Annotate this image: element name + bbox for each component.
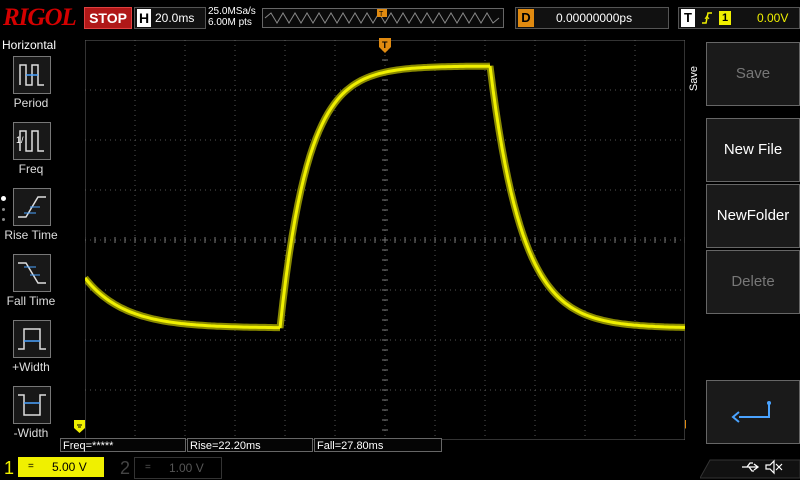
save-button[interactable]: Save bbox=[706, 42, 800, 106]
measure-positive-width-item[interactable]: +Width bbox=[5, 320, 61, 382]
measure-period-item[interactable]: Period bbox=[5, 56, 61, 118]
freq-label: Freq bbox=[18, 162, 44, 176]
menu-side-label: Save bbox=[688, 66, 700, 92]
measurement-fall-time[interactable]: Fall=27.80ms bbox=[314, 438, 442, 452]
overview-waveform: T bbox=[264, 9, 500, 24]
waveform-display[interactable] bbox=[82, 39, 686, 441]
rise-time-icon bbox=[13, 188, 51, 226]
measure-negative-width-item[interactable]: -Width bbox=[5, 386, 61, 448]
ch1-offset-marker[interactable] bbox=[74, 420, 86, 434]
horizontal-timebase-box[interactable]: H 20.0ms bbox=[134, 7, 206, 29]
fall-time-label: Fall Time bbox=[6, 294, 56, 308]
measure-rise-time-item[interactable]: Rise Time bbox=[4, 188, 61, 250]
timebase-value: 20.0ms bbox=[155, 11, 195, 25]
delete-button[interactable]: Delete bbox=[706, 250, 800, 314]
ch2-scale-box[interactable]: = 1.00 V bbox=[134, 457, 222, 479]
sample-rate: 25.0MSa/s bbox=[208, 6, 256, 17]
measurement-freq[interactable]: Freq=***** bbox=[60, 438, 186, 452]
positive-width-icon bbox=[13, 320, 51, 358]
rise-time-label: Rise Time bbox=[4, 228, 58, 242]
new-file-button[interactable]: New File bbox=[706, 118, 800, 182]
measurement-rise-time[interactable]: Rise=22.20ms bbox=[187, 438, 313, 452]
usb-icon bbox=[742, 462, 760, 472]
period-icon bbox=[13, 56, 51, 94]
period-label: Period bbox=[13, 96, 49, 110]
rising-edge-icon bbox=[702, 12, 712, 24]
mute-speaker-icon[interactable] bbox=[764, 459, 784, 475]
trigger-level-value: 0.00V bbox=[757, 11, 789, 25]
trigger-label: T bbox=[681, 9, 695, 27]
channel-status-bar: 1 = 5.00 V 2 = 1.00 V bbox=[0, 454, 800, 480]
ch1-scale: 5.00 V bbox=[52, 460, 87, 474]
trigger-box[interactable]: T 1 0.00V bbox=[678, 7, 800, 29]
svg-text:1/: 1/ bbox=[16, 135, 24, 145]
run-stop-indicator[interactable]: STOP bbox=[84, 7, 132, 29]
menu-title: Horizontal bbox=[2, 38, 57, 52]
frequency-icon: 1/ bbox=[13, 122, 51, 160]
ch1-scale-box[interactable]: = 5.00 V bbox=[18, 457, 104, 477]
horizontal-label: H bbox=[137, 9, 151, 27]
memory-waveform-overview[interactable]: T bbox=[262, 8, 504, 28]
ch1-number[interactable]: 1 bbox=[4, 458, 14, 478]
return-button[interactable] bbox=[706, 380, 800, 444]
coupling-icon: = bbox=[28, 461, 34, 472]
return-arrow-icon bbox=[731, 401, 771, 423]
coupling-icon: = bbox=[145, 462, 151, 473]
negative-width-label: -Width bbox=[13, 426, 49, 440]
acquisition-info: 25.0MSa/s 6.00M pts bbox=[208, 6, 256, 28]
horizontal-measure-menu: Horizontal Period 1/ Freq Rise Time Fall… bbox=[0, 36, 62, 444]
trigger-source-badge: 1 bbox=[719, 11, 731, 25]
measure-freq-item[interactable]: 1/ Freq bbox=[5, 122, 61, 184]
ch2-scale: 1.00 V bbox=[169, 461, 204, 475]
horizontal-delay-box[interactable]: D 0.00000000ps bbox=[515, 7, 669, 29]
top-status-bar: RIGOL STOP H 20.0ms 25.0MSa/s 6.00M pts … bbox=[0, 0, 800, 36]
trigger-position-marker: T bbox=[379, 38, 391, 53]
rigol-logo: RIGOL bbox=[3, 4, 77, 31]
measure-fall-time-item[interactable]: Fall Time bbox=[5, 254, 61, 316]
positive-width-label: +Width bbox=[12, 360, 50, 374]
memory-depth: 6.00M pts bbox=[208, 17, 252, 28]
fall-time-icon bbox=[13, 254, 51, 292]
svg-text:T: T bbox=[379, 11, 384, 18]
graticule bbox=[82, 39, 686, 441]
negative-width-icon bbox=[13, 386, 51, 424]
delay-value: 0.00000000ps bbox=[556, 11, 633, 25]
svg-text:T: T bbox=[382, 40, 388, 50]
ch2-number[interactable]: 2 bbox=[120, 458, 130, 478]
new-folder-button[interactable]: NewFolder bbox=[706, 184, 800, 248]
delay-label: D bbox=[518, 9, 534, 27]
save-menu: Save Save New File NewFolder Delete bbox=[686, 36, 800, 444]
